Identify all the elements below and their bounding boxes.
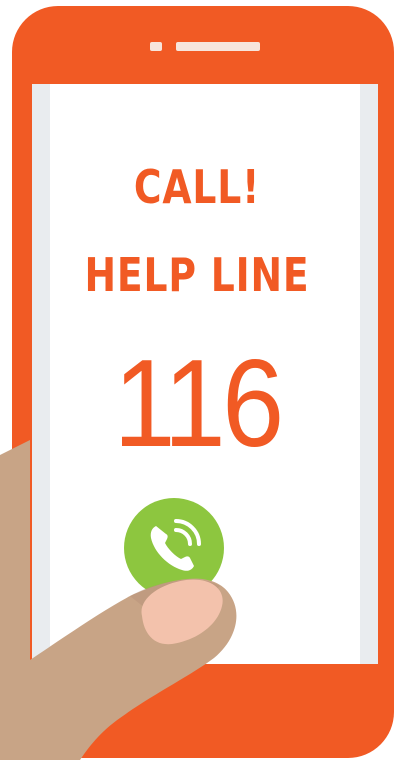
hand-illustration <box>0 440 237 760</box>
